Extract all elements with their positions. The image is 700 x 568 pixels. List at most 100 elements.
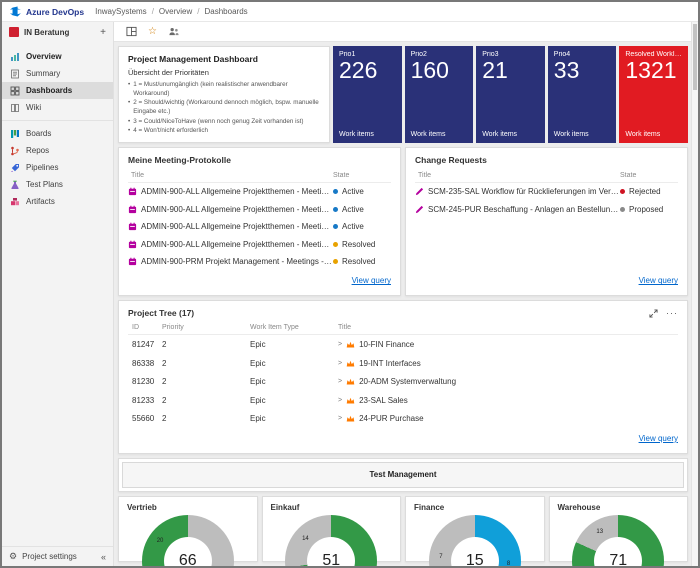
count-tile-prio4[interactable]: Prio4 33 Work items	[547, 46, 617, 143]
column-id: ID	[132, 324, 139, 332]
collapse-sidebar-button[interactable]: «	[101, 552, 106, 562]
widget-title: Einkauf	[270, 502, 300, 512]
view-query-link[interactable]: View query	[639, 276, 678, 285]
table-row[interactable]: 81247 2 Epic >10-FIN Finance	[128, 335, 678, 354]
chevron-right-icon[interactable]: >	[338, 360, 342, 367]
app-window: Azure DevOps InwaySystems / Overview / Dashb…	[0, 0, 700, 568]
state-dot	[333, 259, 338, 264]
tile-caption: Work items	[625, 130, 661, 138]
donut-widgets-row: Vertrieb462066DesignReadyView query Einka…	[118, 495, 688, 566]
table-row[interactable]: SCM-245-PUR Beschaffung - Anlagen an Bes…	[415, 200, 678, 218]
chevron-right-icon[interactable]: >	[338, 415, 342, 422]
widget-title: Project Management Dashboard	[128, 54, 258, 64]
chevron-right-icon[interactable]: >	[338, 397, 342, 404]
state-label: Rejected	[629, 187, 661, 196]
scrollbar-thumb[interactable]	[693, 24, 697, 90]
sidebar-item-label: Test Plans	[26, 180, 63, 189]
sidebar-item-wiki[interactable]: Wiki	[2, 99, 113, 116]
segment-value: 7	[439, 554, 443, 561]
pipelines-icon	[10, 163, 20, 173]
gear-icon: ⚙	[9, 551, 18, 561]
breadcrumb-item-inwaysystems[interactable]: InwaySystems	[95, 7, 147, 16]
sidebar-item-label: Artifacts	[26, 197, 55, 206]
dashboards-icon	[10, 86, 20, 96]
test-management-header[interactable]: Test Management	[122, 461, 684, 488]
epic-crown-icon	[346, 359, 355, 368]
sidebar-item-repos[interactable]: Repos	[2, 142, 113, 159]
priority-legend-item: 2 = Should/wichtig (Workaround dennoch m…	[128, 98, 320, 116]
state-dot	[620, 206, 625, 212]
azure-devops-logo-icon[interactable]	[10, 6, 21, 17]
state-dot	[333, 224, 338, 229]
cell-type: Epic	[250, 340, 266, 349]
sidebar-item-test-plans[interactable]: Test Plans	[2, 176, 113, 193]
tile-value: 1321	[625, 57, 677, 83]
breadcrumb-separator: /	[197, 7, 200, 16]
priority-legend-item: 3 = Could/NiceToHave (wenn noch genug Ze…	[128, 117, 320, 126]
sidebar-item-boards[interactable]: Boards	[2, 125, 113, 142]
vertical-scrollbar[interactable]	[691, 22, 698, 566]
summary-icon	[10, 69, 20, 79]
dashboard-grid-icon[interactable]	[126, 26, 137, 37]
table-row[interactable]: ADMIN-900-ALL Allgemeine Projektthemen -…	[128, 183, 391, 201]
table-body: ADMIN-900-ALL Allgemeine Projektthemen -…	[128, 183, 391, 271]
table-row[interactable]: 81230 2 Epic >20-ADM Systemverwaltung	[128, 372, 678, 391]
tile-value: 160	[410, 57, 449, 83]
column-priority: Priority	[162, 324, 184, 332]
segment-value: 8	[506, 561, 511, 566]
breadcrumb-separator: /	[151, 7, 154, 16]
project-name[interactable]: IN Beratung	[24, 28, 69, 37]
table-row[interactable]: 81233 2 Epic >23-SAL Sales	[128, 391, 678, 410]
work-item-title: 23-SAL Sales	[359, 395, 408, 405]
widget-footer: View query	[128, 270, 391, 288]
test-plans-icon	[10, 180, 20, 190]
meeting-icon	[128, 257, 137, 266]
column-state: State	[333, 171, 350, 179]
table-row[interactable]: ADMIN-900-ALL Allgemeine Projektthemen -…	[128, 235, 391, 253]
count-tile-resolved-workit[interactable]: Resolved WorkIt... 1321 Work items	[619, 46, 688, 143]
breadcrumb-item-dashboards[interactable]: Dashboards	[205, 7, 248, 16]
count-tile-prio1[interactable]: Prio1 226 Work items	[333, 46, 402, 143]
table-row[interactable]: SCM-235-SAL Workflow für Rücklieferungen…	[415, 183, 678, 201]
column-title: Title	[131, 171, 144, 179]
work-item-title: 10-FIN Finance	[359, 340, 415, 349]
sidebar-item-dashboards[interactable]: Dashboards	[2, 82, 113, 99]
donut-widget-vertrieb: Vertrieb462066DesignReadyView query	[118, 495, 258, 566]
breadcrumb-item-overview[interactable]: Overview	[159, 7, 192, 16]
sidebar-item-pipelines[interactable]: Pipelines	[2, 159, 113, 176]
sidebar-item-overview[interactable]: Overview	[2, 48, 113, 65]
view-query-link[interactable]: View query	[352, 276, 391, 285]
table-row[interactable]: ADMIN-900-PRM Projekt Management - Meeti…	[128, 253, 391, 271]
tile-caption: Work items	[339, 130, 374, 138]
brand-title[interactable]: Azure DevOps	[26, 7, 84, 17]
view-query-link[interactable]: View query	[639, 434, 678, 443]
top-bar: Azure DevOps InwaySystems / Overview / Dashb…	[2, 2, 698, 22]
table-row[interactable]: 55660 2 Epic >24-PUR Purchase	[128, 409, 678, 428]
work-item-title: 19-INT Interfaces	[359, 358, 421, 368]
project-settings[interactable]: ⚙ Project settings «	[2, 546, 113, 566]
breadcrumb: InwaySystems / Overview / Dashboards	[95, 7, 248, 16]
team-icon[interactable]	[168, 26, 180, 37]
count-tile-prio2[interactable]: Prio2 160 Work items	[404, 46, 474, 143]
more-options-icon[interactable]: ···	[666, 308, 678, 318]
sidebar-item-summary[interactable]: Summary	[2, 65, 113, 82]
chevron-right-icon[interactable]: >	[338, 341, 342, 348]
widget-footer: View query	[415, 270, 678, 288]
widget-subtitle: Übersicht der Prioritäten	[128, 68, 209, 77]
chevron-right-icon[interactable]: >	[338, 378, 342, 385]
project-settings-label: Project settings	[22, 552, 77, 561]
favorite-star-icon[interactable]: ☆	[148, 26, 157, 37]
expand-icon[interactable]	[649, 309, 658, 318]
table-row[interactable]: ADMIN-900-ALL Allgemeine Projektthemen -…	[128, 200, 391, 218]
cell-priority: 2	[162, 358, 167, 368]
sidebar-item-label: Dashboards	[26, 86, 73, 95]
sidebar-item-label: Boards	[26, 129, 52, 138]
add-project-button[interactable]: +	[100, 27, 106, 38]
sidebar-item-artifacts[interactable]: Artifacts	[2, 193, 113, 210]
tile-caption: Work items	[410, 130, 446, 138]
table-row[interactable]: 86338 2 Epic >19-INT Interfaces	[128, 354, 678, 373]
cell-type: Epic	[250, 414, 266, 423]
table-header: Title State	[415, 172, 678, 183]
table-row[interactable]: ADMIN-900-ALL Allgemeine Projektthemen -…	[128, 218, 391, 236]
count-tile-prio3[interactable]: Prio3 21 Work items	[476, 46, 545, 143]
